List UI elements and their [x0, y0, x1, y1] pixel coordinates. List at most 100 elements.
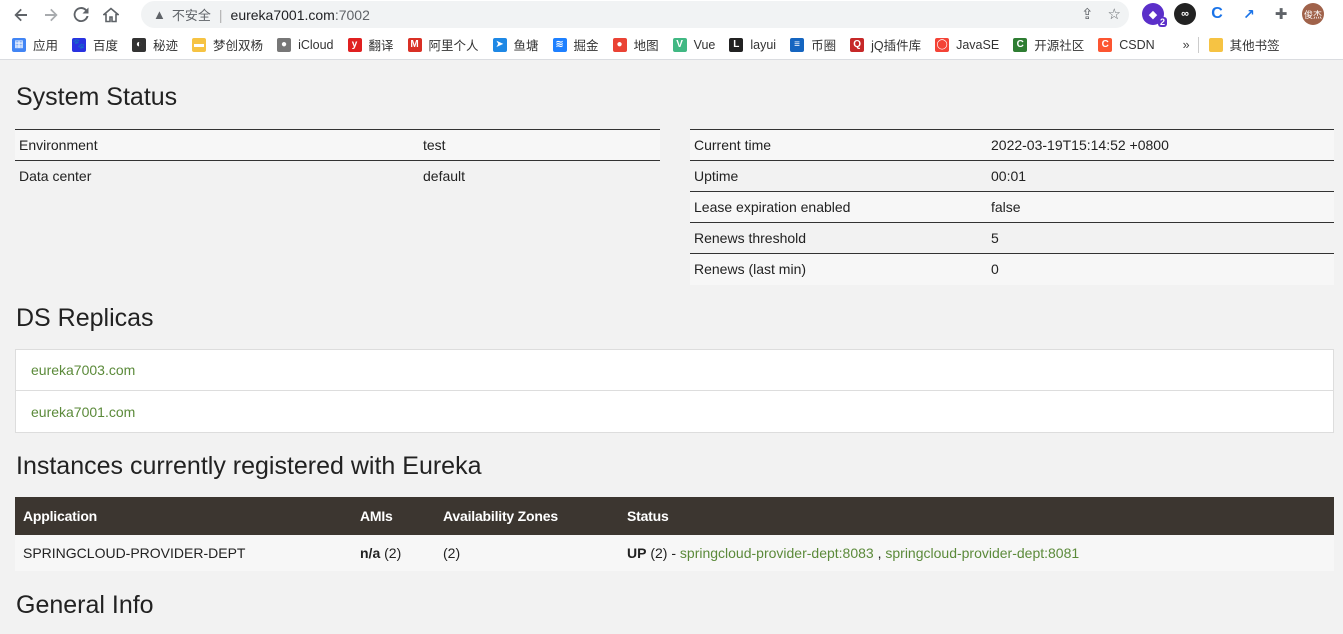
apple-icon: ● — [277, 37, 292, 52]
status-key: Renews (last min) — [690, 253, 987, 285]
bookmark-label: 百度 — [93, 39, 119, 53]
header-status: Status — [619, 497, 1334, 535]
home-button[interactable] — [96, 0, 126, 30]
status-key: Data center — [15, 160, 419, 192]
reload-icon — [73, 7, 89, 23]
bookmark-item[interactable]: C CSDN — [1098, 37, 1155, 52]
other-bookmarks-label: 其他书签 — [1229, 39, 1280, 53]
c-icon: C — [1013, 37, 1028, 52]
bookmark-item[interactable]: ▬ 梦创双杨 — [192, 35, 263, 54]
status-up: UP — [627, 545, 647, 561]
amis-count: (2) — [384, 545, 402, 561]
vue-icon: V — [672, 37, 687, 52]
system-status-left-table: Environment test Data center default — [15, 129, 660, 192]
bookmark-item[interactable]: ➤ 鱼塘 — [492, 35, 539, 54]
bookmark-label: JavaSE — [956, 37, 1000, 52]
replicas-list: eureka7003.com eureka7001.com — [15, 349, 1334, 433]
bookmark-item[interactable]: ◯ JavaSE — [935, 37, 1000, 52]
profile-avatar[interactable]: 俊杰 — [1302, 3, 1324, 25]
bookmark-item[interactable]: ≋ 掘金 — [552, 35, 599, 54]
forward-arrow-icon — [45, 8, 58, 22]
address-bar[interactable]: ▲ 不安全 | eureka7001.com:7002 ⇪ ☆ — [141, 1, 1129, 28]
bookmark-label: 应用 — [33, 39, 59, 53]
bookmark-item[interactable]: QjQ插件库 — [850, 35, 921, 54]
infinity-extension-icon[interactable]: ∞ — [1174, 3, 1196, 25]
bookmark-label: iCloud — [298, 37, 334, 52]
bookmark-label: 鱼塘 — [513, 39, 539, 53]
ds-replicas-title: DS Replicas — [16, 304, 154, 332]
bookmark-item[interactable]: ● 地图 — [612, 35, 659, 54]
bookmark-item[interactable]: ▦ 应用 — [12, 35, 58, 54]
address-port: :7002 — [334, 6, 370, 23]
back-arrow-icon — [14, 8, 27, 22]
header-zones: Availability Zones — [435, 497, 619, 535]
status-value: 00:01 — [987, 160, 1334, 192]
bookmark-star-icon[interactable]: ☆ — [1108, 5, 1121, 23]
bookmark-item[interactable]: ● iCloud — [277, 37, 334, 52]
bookmarks-divider — [1197, 36, 1199, 53]
status-key: Renews threshold — [690, 222, 987, 254]
amis-value: n/a — [360, 545, 381, 561]
status-key: Uptime — [690, 160, 987, 192]
instance-zones: (2) — [435, 535, 619, 571]
general-info-title: General Info — [16, 591, 154, 619]
address-host: eureka7001.com — [230, 6, 335, 23]
bookmark-item[interactable]: y 翻译 — [347, 35, 394, 54]
bookmark-item[interactable]: ≡ 币圈 — [790, 35, 836, 54]
bookmark-label: layui — [750, 37, 777, 52]
bookmark-item[interactable]: ◐ 秘迹 — [132, 35, 178, 54]
folder-icon: ▬ — [192, 37, 207, 52]
back-button[interactable] — [6, 0, 36, 30]
status-value: 0 — [987, 253, 1334, 285]
bookmark-item[interactable]: M 阿里个人 — [407, 35, 479, 54]
table-row: SPRINGCLOUD-PROVIDER-DEPT n/a (2) (2) UP… — [15, 535, 1334, 571]
extensions-area: ◆ 2 ∞ C ↗ ✚ 俊杰 — [1142, 3, 1324, 27]
status-key: Environment — [15, 129, 419, 161]
security-label: 不安全 — [171, 8, 211, 23]
jq-icon: Q — [850, 37, 865, 52]
oracle-icon: ◯ — [935, 37, 950, 52]
layui-icon: L — [729, 37, 744, 52]
extension-badge-icon[interactable]: ◆ 2 — [1142, 3, 1167, 27]
forward-button[interactable] — [36, 0, 66, 30]
baidu-icon: 🐾 — [72, 37, 87, 52]
table-row: Renews threshold 5 — [690, 222, 1334, 254]
chart-extension-icon[interactable]: ↗ — [1238, 3, 1260, 25]
bookmark-item[interactable]: 🐾 百度 — [72, 35, 118, 54]
instance-link-8081[interactable]: springcloud-provider-dept:8081 — [885, 545, 1079, 561]
bookmark-item[interactable]: V Vue — [672, 37, 716, 52]
bookmark-label: 地图 — [633, 39, 659, 53]
browser-toolbar: ▲ 不安全 | eureka7001.com:7002 ⇪ ☆ ◆ 2 ∞ C ↗… — [0, 0, 1343, 30]
reload-button[interactable] — [66, 0, 96, 30]
bookmark-label: 掘金 — [573, 39, 599, 53]
table-row: Current time 2022-03-19T15:14:52 +0800 — [690, 129, 1334, 161]
instance-link-8083[interactable]: springcloud-provider-dept:8083 — [680, 545, 874, 561]
replica-link[interactable]: eureka7001.com — [16, 391, 1333, 432]
instances-table: Application AMIs Availability Zones Stat… — [15, 497, 1334, 571]
status-value: false — [987, 191, 1334, 223]
folder-icon — [1208, 37, 1223, 52]
system-status-right-table: Current time 2022-03-19T15:14:52 +0800 Upt… — [690, 129, 1334, 285]
bookmarks-more-button[interactable]: » — [1183, 38, 1190, 52]
system-status-title: System Status — [16, 83, 178, 111]
juejin-icon: ≋ — [552, 37, 567, 52]
eureka-dashboard: System Status Environment test Data center… — [0, 61, 1343, 634]
apps-grid-icon: ▦ — [12, 37, 26, 52]
status-count: (2) - — [650, 545, 677, 561]
status-value: 5 — [987, 222, 1334, 254]
header-amis: AMIs — [352, 497, 435, 535]
bookmark-item[interactable]: Llayui — [729, 37, 777, 52]
bookmark-label: Vue — [693, 37, 716, 52]
address-divider: | — [218, 6, 223, 23]
bookmarks-bar: ▦ 应用 🐾 百度 ◐ 秘迹 ▬ 梦创双杨 ● iCloud y 翻译 M 阿里个人 ➤ 鱼塘 ≋ 掘金 ● 地图 V V… — [0, 30, 1343, 60]
instance-amis: n/a (2) — [352, 535, 435, 571]
c-extension-icon[interactable]: C — [1206, 3, 1228, 25]
puzzle-extensions-icon[interactable]: ✚ — [1270, 3, 1292, 25]
status-key: Current time — [690, 129, 987, 161]
replica-link[interactable]: eureka7003.com — [16, 350, 1333, 391]
bookmark-item[interactable]: C 开源社区 — [1013, 35, 1084, 54]
arrow-icon: ➤ — [492, 37, 507, 52]
bookmark-label: 梦创双杨 — [213, 39, 264, 53]
other-bookmarks-folder[interactable]: 其他书签 — [1208, 35, 1280, 54]
share-icon[interactable]: ⇪ — [1081, 5, 1094, 23]
